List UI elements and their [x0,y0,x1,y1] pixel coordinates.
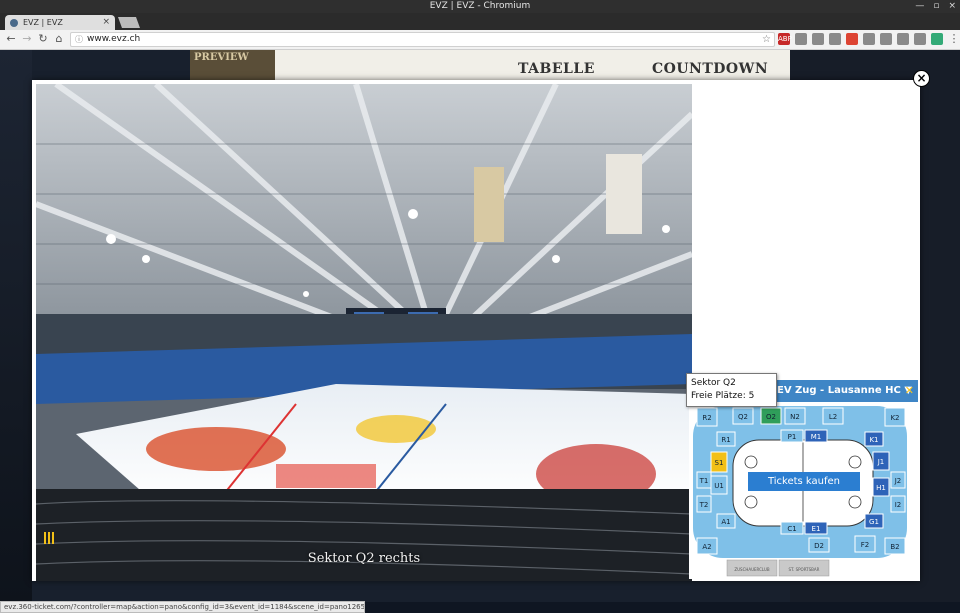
sector-label: C1 [787,525,796,533]
extension-icon[interactable] [897,33,909,45]
close-window-icon[interactable]: × [948,0,956,13]
event-title: EV Zug - Lausanne HC ▼ [777,385,913,396]
extensions-bar: ABP ⋮ [778,33,960,45]
forward-icon[interactable]: → [20,32,34,46]
extension-icon[interactable] [829,33,841,45]
sector-label: E1 [812,525,821,533]
extension-icon[interactable] [863,33,875,45]
browser-toolbar: ← → ↻ ⌂ ⓘ www.evz.ch ☆ ABP ⋮ [0,30,960,50]
sector-label: H1 [876,484,886,492]
status-bar-url: evz.360-ticket.com/?controller=map&actio… [0,601,365,613]
sector-label: F2 [861,541,869,549]
nav-countdown[interactable]: COUNTDOWN [652,61,768,77]
maximize-icon[interactable]: ▫ [933,0,939,13]
site-info-icon[interactable]: ⓘ [75,33,83,46]
facility-label: ZUSCHAUERCLUB [734,567,770,572]
favicon-icon [10,19,18,27]
extension-icon[interactable] [931,33,943,45]
sector-tooltip: Sektor Q2 Freie Plätze: 5 [686,373,777,407]
url-text: www.evz.ch [87,34,141,44]
sector-label: R1 [721,436,730,444]
sector-label: I2 [895,501,902,509]
sector-caption: Sektor Q2 rechts [307,551,421,566]
extension-icon[interactable] [914,33,926,45]
sector-label: R2 [702,414,711,422]
page-left-decoration [0,50,32,602]
preview-banner: PREVIEW [190,50,275,80]
sector-label: P1 [788,433,797,441]
tab-strip: EVZ | EVZ × [0,13,960,30]
sector-label: K1 [869,436,878,444]
facility-label: ST. SPORTSBAR [789,567,820,572]
reload-icon[interactable]: ↻ [36,32,50,46]
window-controls: — ▫ × [915,0,956,13]
sector-label: A1 [721,518,730,526]
extension-icon[interactable] [795,33,807,45]
sector-label: L2 [829,413,837,421]
minimize-icon[interactable]: — [915,0,924,13]
map-close-icon[interactable]: ✕ [905,380,914,402]
sector-label: B2 [890,543,899,551]
bookmark-star-icon[interactable]: ☆ [762,33,771,46]
extension-icon[interactable] [812,33,824,45]
back-icon[interactable]: ← [4,32,18,46]
address-bar[interactable]: ⓘ www.evz.ch ☆ [70,32,775,47]
tooltip-sector: Sektor Q2 [691,378,736,388]
sector-label: S1 [715,459,724,467]
tab-title: EVZ | EVZ [23,18,63,27]
sector-label: O2 [766,413,776,421]
sector-label: D2 [814,542,824,550]
window-titlebar: EVZ | EVZ - Chromium — ▫ × [0,0,960,13]
pano-menu-icon[interactable] [44,532,56,544]
browser-tab[interactable]: EVZ | EVZ × [5,15,115,30]
adblock-icon[interactable]: ABP [778,33,792,45]
modal-close-button[interactable]: × [913,70,930,87]
extension-icon[interactable] [846,33,858,45]
sector-label: U1 [714,482,724,490]
extension-icon[interactable] [880,33,892,45]
arena-panorama-image [36,84,692,581]
sector-label: G1 [869,518,879,526]
buy-tickets-button[interactable]: Tickets kaufen [748,472,860,491]
tooltip-free-seats: Freie Plätze: 5 [691,391,755,401]
sector-label: K2 [890,414,899,422]
window-title: EVZ | EVZ - Chromium [429,1,531,11]
tab-close-icon[interactable]: × [102,15,110,30]
sector-label: T2 [699,501,709,509]
sector-label: M1 [811,433,822,441]
sector-label: Q2 [738,413,748,421]
home-icon[interactable]: ⌂ [52,32,66,46]
sector-label: T1 [699,477,709,485]
nav-tabelle[interactable]: TABELLE [518,61,595,77]
panorama-view[interactable]: Sektor Q2 rechts [36,84,692,581]
sector-label: J1 [877,458,885,466]
sector-label: A2 [702,543,711,551]
browser-menu-icon[interactable]: ⋮ [948,33,960,45]
new-tab-button[interactable] [117,17,141,28]
sector-label: N2 [790,413,800,421]
sector-label: J2 [894,477,902,485]
